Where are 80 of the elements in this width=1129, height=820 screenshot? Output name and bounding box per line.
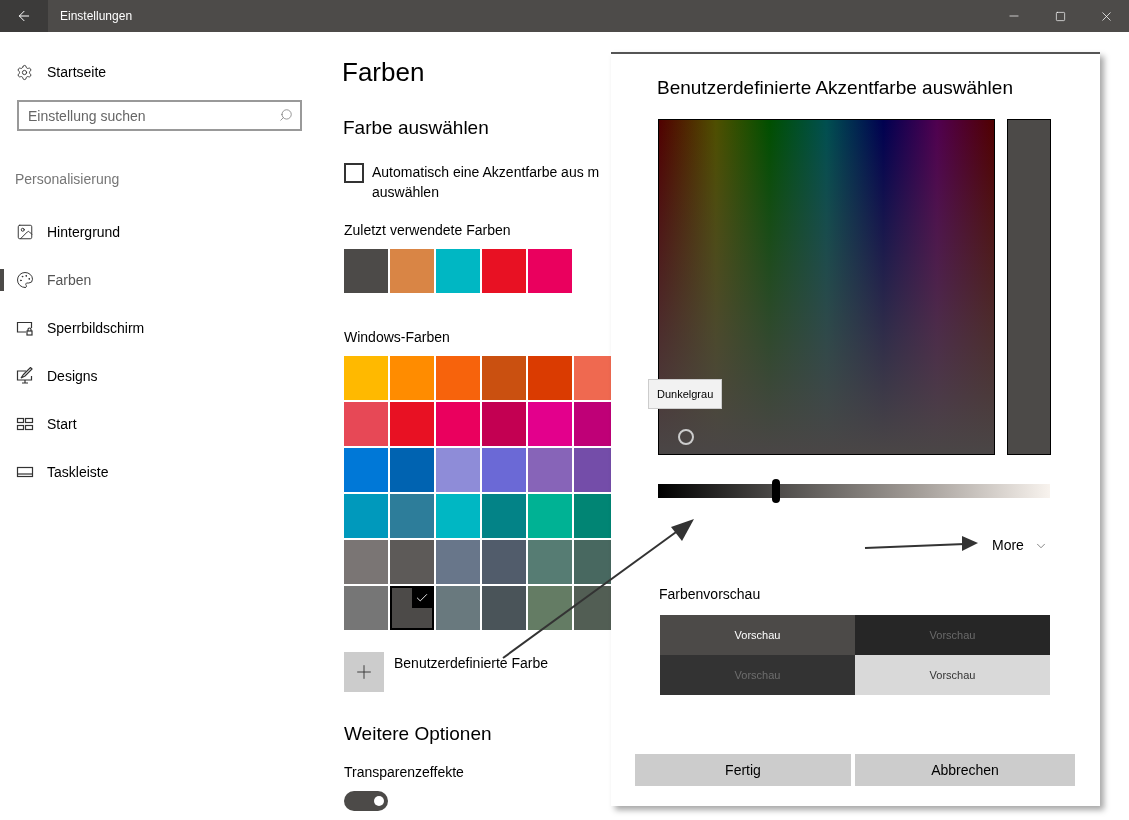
color-swatch[interactable]	[390, 249, 434, 293]
color-swatch[interactable]	[436, 448, 480, 492]
tiles-icon	[16, 415, 34, 433]
color-swatch[interactable]	[390, 402, 434, 446]
nav-item[interactable]: Taskleiste	[0, 448, 330, 496]
preview-cell: Vorschau	[660, 615, 855, 655]
more-button[interactable]: More	[992, 535, 1048, 556]
color-swatch[interactable]	[390, 494, 434, 538]
color-swatch[interactable]	[482, 402, 526, 446]
custom-color-label[interactable]: Benutzerdefinierte Farbe	[394, 653, 549, 674]
maximize-icon	[1054, 10, 1066, 22]
monitor-lock-icon	[16, 319, 34, 337]
preview-cell: Vorschau	[660, 655, 855, 695]
settings-icon	[16, 63, 33, 81]
color-swatch[interactable]	[482, 586, 526, 630]
color-swatch[interactable]	[344, 448, 388, 492]
color-swatch[interactable]	[528, 494, 572, 538]
preview-cell: Vorschau	[855, 655, 1050, 695]
preview-cell: Vorschau	[855, 615, 1050, 655]
color-swatch[interactable]	[344, 586, 388, 630]
color-swatch[interactable]	[344, 356, 388, 400]
checkbox[interactable]	[344, 163, 364, 183]
color-swatch[interactable]	[390, 540, 434, 584]
swatch-group-label: Windows-Farben	[344, 328, 451, 347]
add-color-button[interactable]	[344, 652, 384, 692]
color-swatch[interactable]	[344, 249, 388, 293]
color-swatch[interactable]	[344, 540, 388, 584]
color-swatch[interactable]	[390, 586, 434, 630]
nav-item[interactable]: Farben	[0, 256, 330, 304]
palette-icon	[16, 271, 34, 289]
color-swatch[interactable]	[436, 249, 480, 293]
section-heading: Farbe auswählen	[343, 116, 490, 140]
color-swatch[interactable]	[436, 586, 480, 630]
color-swatch[interactable]	[344, 402, 388, 446]
color-swatch[interactable]	[528, 586, 572, 630]
nav-item[interactable]: Start	[0, 400, 330, 448]
section-heading: Weitere Optionen	[344, 722, 493, 746]
color-swatch[interactable]	[528, 249, 572, 293]
color-swatch[interactable]	[436, 540, 480, 584]
toggle-switch[interactable]	[344, 791, 388, 811]
color-swatch[interactable]	[528, 448, 572, 492]
nav-item[interactable]: Sperrbildschirm	[0, 304, 330, 352]
search-icon	[279, 108, 293, 122]
color-swatch[interactable]	[344, 494, 388, 538]
color-swatch[interactable]	[482, 540, 526, 584]
dialog-title: Benutzerdefinierte Akzentfarbe auswählen	[657, 76, 1014, 100]
color-swatch[interactable]	[390, 356, 434, 400]
color-swatch[interactable]	[482, 249, 526, 293]
picker-handle[interactable]	[678, 429, 694, 445]
color-swatch[interactable]	[482, 448, 526, 492]
window-title: Einstellungen	[60, 8, 133, 25]
back-button[interactable]	[0, 0, 48, 32]
checkbox-label: Automatisch eine Akzentfarbe aus m auswählen	[372, 163, 600, 202]
color-swatch[interactable]	[436, 494, 480, 538]
color-swatch[interactable]	[436, 402, 480, 446]
dialog-button[interactable]: Abbrechen	[855, 754, 1075, 786]
check-icon	[412, 588, 432, 608]
color-swatch[interactable]	[390, 448, 434, 492]
tooltip: Dunkelgrau	[648, 379, 723, 409]
color-swatch[interactable]	[482, 494, 526, 538]
color-swatch[interactable]	[528, 402, 572, 446]
picture-icon	[16, 223, 34, 241]
back-arrow-icon	[16, 8, 32, 24]
home-link[interactable]: Startseite	[16, 60, 330, 84]
color-swatch[interactable]	[482, 356, 526, 400]
monitor-brush-icon	[16, 367, 34, 385]
color-swatch[interactable]	[528, 540, 572, 584]
nav-item[interactable]: Designs	[0, 352, 330, 400]
color-spectrum[interactable]	[658, 119, 995, 455]
page-title: Farben	[342, 56, 426, 88]
preview-label: Farbenvorschau	[659, 585, 762, 604]
nav-item[interactable]: Hintergrund	[0, 208, 330, 256]
section-heading: Personalisierung	[15, 170, 121, 189]
slider-thumb[interactable]	[771, 479, 780, 503]
color-swatch[interactable]	[528, 356, 572, 400]
swatch-group-label: Zuletzt verwendete Farben	[344, 221, 512, 240]
dialog-button[interactable]: Fertig	[635, 754, 851, 786]
color-swatch[interactable]	[436, 356, 480, 400]
setting-label: Transparenzeffekte	[344, 763, 465, 782]
search-field[interactable]: Einstellung suchen	[17, 100, 302, 131]
